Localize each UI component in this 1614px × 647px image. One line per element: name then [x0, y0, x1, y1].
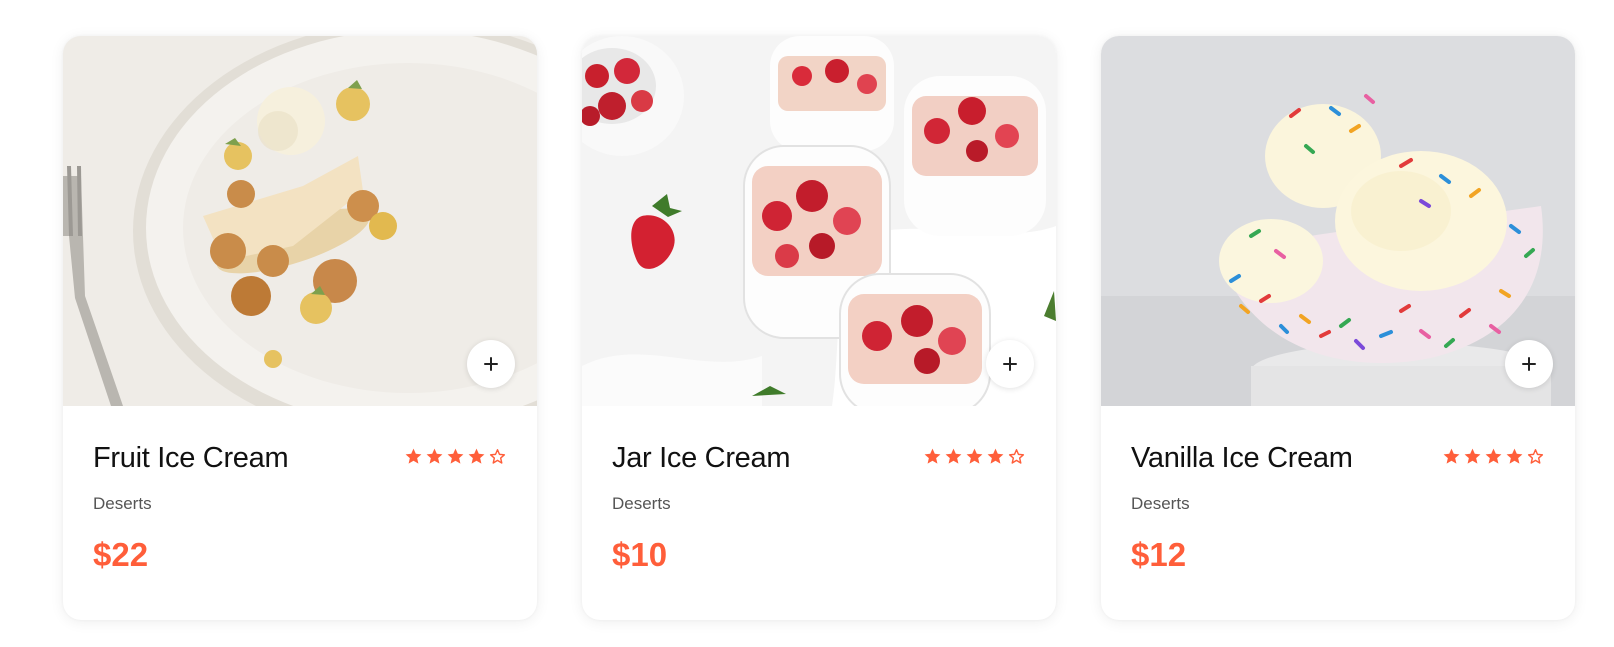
dessert-plate-photo	[63, 36, 537, 406]
rating-stars	[923, 447, 1026, 466]
star-filled-icon	[405, 448, 422, 464]
rating-stars	[404, 447, 507, 466]
star-filled-icon	[468, 448, 485, 464]
product-price: $12	[1131, 536, 1187, 573]
sprinkle-bowl-photo	[1101, 36, 1575, 406]
product-price: $22	[93, 536, 149, 573]
strawberry-jars-photo	[582, 36, 1056, 406]
add-to-cart-button[interactable]	[1505, 340, 1553, 388]
star-filled-icon	[1464, 448, 1481, 464]
star-filled-icon	[966, 448, 983, 464]
star-filled-icon	[1443, 448, 1460, 464]
plus-icon	[1522, 357, 1536, 371]
product-card[interactable]: Vanilla Ice Cream Deserts $12	[1101, 36, 1575, 620]
star-filled-icon	[945, 448, 962, 464]
product-category: Deserts	[612, 494, 671, 513]
star-filled-icon	[987, 448, 1004, 464]
product-title: Jar Ice Cream	[612, 442, 791, 474]
card-body: Fruit Ice Cream Deserts $22	[63, 406, 537, 574]
product-category: Deserts	[93, 494, 152, 513]
product-category: Deserts	[1131, 494, 1190, 513]
star-outline-icon	[1008, 449, 1025, 464]
product-card[interactable]: Jar Ice Cream Deserts $10	[582, 36, 1056, 620]
product-image[interactable]	[582, 36, 1056, 406]
star-filled-icon	[447, 448, 464, 464]
card-body: Jar Ice Cream Deserts $10	[582, 406, 1056, 574]
card-body: Vanilla Ice Cream Deserts $12	[1101, 406, 1575, 574]
star-outline-icon	[1527, 449, 1544, 464]
product-card[interactable]: Fruit Ice Cream Deserts $22	[63, 36, 537, 620]
product-price: $10	[612, 536, 668, 573]
product-image[interactable]	[63, 36, 537, 406]
plus-icon	[484, 357, 498, 371]
product-grid: Fruit Ice Cream Deserts $22 Jar Ice Crea…	[63, 36, 1575, 620]
star-outline-icon	[489, 449, 506, 464]
star-filled-icon	[1506, 448, 1523, 464]
rating-stars	[1442, 447, 1545, 466]
star-filled-icon	[1485, 448, 1502, 464]
product-title: Fruit Ice Cream	[93, 442, 289, 474]
plus-icon	[1003, 357, 1017, 371]
add-to-cart-button[interactable]	[986, 340, 1034, 388]
product-title: Vanilla Ice Cream	[1131, 442, 1353, 474]
add-to-cart-button[interactable]	[467, 340, 515, 388]
star-filled-icon	[426, 448, 443, 464]
star-filled-icon	[924, 448, 941, 464]
product-image[interactable]	[1101, 36, 1575, 406]
